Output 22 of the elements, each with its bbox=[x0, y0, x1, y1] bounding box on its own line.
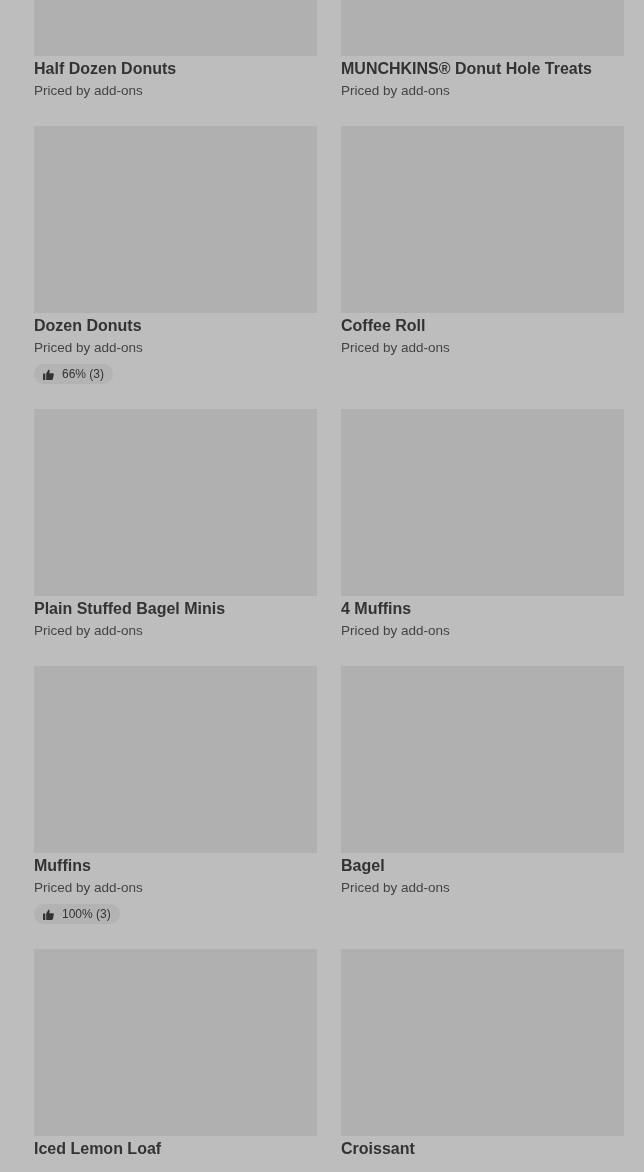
price-note: Priced by add-ons bbox=[34, 82, 143, 100]
price-note: Priced by add-ons bbox=[341, 879, 450, 897]
product-title: MUNCHKINS® Donut Hole Treats bbox=[341, 59, 592, 79]
price-note: Priced by add-ons bbox=[34, 622, 143, 640]
product-title: Half Dozen Donuts bbox=[34, 59, 177, 79]
thumbs-up-icon bbox=[43, 908, 54, 920]
price-note: Priced by add-ons bbox=[34, 879, 143, 897]
price-note: Priced by add-ons bbox=[341, 82, 450, 100]
product-title: 4 Muffins bbox=[341, 599, 412, 619]
product-title: Coffee Roll bbox=[341, 316, 426, 336]
product-title: Iced Lemon Loaf bbox=[34, 1139, 162, 1159]
product-title: Croissant bbox=[341, 1139, 415, 1159]
product-title: Plain Stuffed Bagel Minis bbox=[34, 599, 226, 619]
price-note: Priced by add-ons bbox=[34, 339, 143, 357]
product-title: Dozen Donuts bbox=[34, 316, 142, 336]
product-title: Muffins bbox=[34, 856, 91, 876]
rating-badge: 66% (3) bbox=[34, 364, 114, 384]
thumbs-up-icon bbox=[43, 368, 54, 380]
price-note: Priced by add-ons bbox=[341, 339, 450, 357]
rating-badge: 100% (3) bbox=[34, 904, 120, 924]
product-title: Bagel bbox=[341, 856, 385, 876]
price-note: Priced by add-ons bbox=[341, 622, 450, 640]
